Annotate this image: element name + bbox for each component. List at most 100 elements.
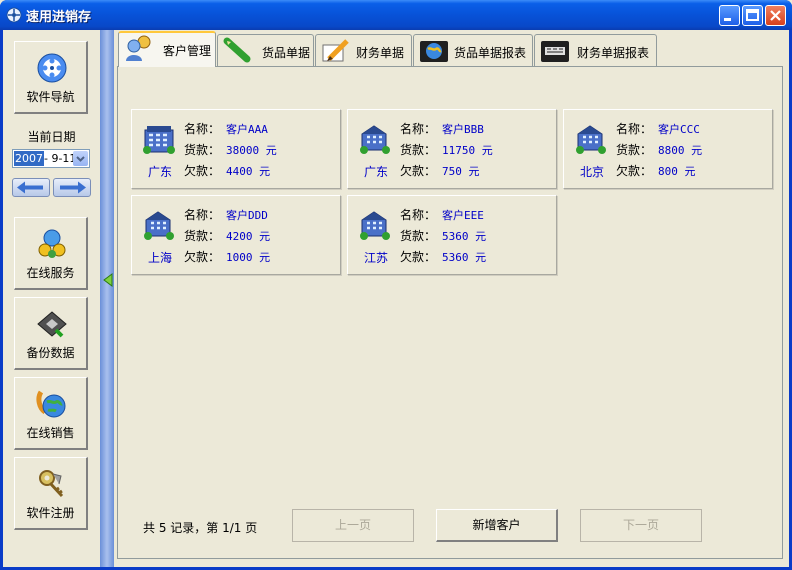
customer-card[interactable]: 名称： 客户BBB 货款： 11750 元广东 欠款： 750 元 (347, 109, 557, 189)
arrow-right-icon (60, 181, 86, 194)
collapse-splitter[interactable] (100, 30, 114, 567)
customer-name[interactable]: 客户CCC (658, 123, 700, 136)
current-date-label: 当前日期 (27, 130, 76, 144)
building-icon (144, 211, 174, 240)
software-register-label: 软件注册 (26, 506, 75, 520)
app-window: 速用进销存 软件导航 当前日期 2007 - 9-11 在线服务 备份数据 在线… (0, 0, 792, 570)
maximize-icon (746, 9, 759, 21)
date-dropdown-button[interactable] (73, 151, 88, 166)
goods-amount: 4200 元 (226, 230, 271, 243)
date-year: 2007 (14, 151, 44, 166)
pencil-icon (223, 37, 251, 63)
goods-amount: 38000 元 (226, 144, 277, 157)
debt-row: 欠款： 5360 元 (400, 248, 486, 265)
app-icon (6, 7, 22, 23)
goods-label: 货款： (400, 229, 437, 243)
tab-label: 财务单据报表 (577, 46, 650, 60)
debt-label: 欠款： (184, 250, 221, 264)
prev-page-button[interactable]: 上一页 (292, 509, 414, 542)
prev-date-button[interactable] (12, 178, 50, 197)
online-service-button[interactable]: 在线服务 (14, 217, 88, 290)
customers-icon (126, 35, 151, 61)
online-sales-button[interactable]: 在线销售 (14, 377, 88, 450)
customer-card[interactable]: 名称： 客户EEE 货款： 5360 元江苏 欠款： 5360 元 (347, 195, 557, 275)
goods-row: 货款： 11750 元 (400, 141, 493, 158)
goods-row: 货款： 8800 元 (616, 141, 702, 158)
building-icon (576, 125, 606, 154)
close-icon (770, 10, 781, 21)
name-row: 名称： 客户EEE (400, 206, 484, 223)
goods-label: 货款： (184, 229, 221, 243)
close-button[interactable] (765, 5, 786, 26)
customer-card[interactable]: 名称： 客户CCC 货款： 8800 元北京 欠款： 800 元 (563, 109, 773, 189)
name-row: 名称： 客户BBB (400, 120, 484, 137)
left-nav: 软件导航 当前日期 2007 - 9-11 在线服务 备份数据 在线销售 软件注… (3, 30, 100, 567)
debt-row: 欠款： 750 元 (400, 162, 480, 179)
arrow-left-icon (17, 181, 43, 194)
customer-card[interactable]: 名称： 客户AAA 货款： 38000 元广东 欠款： 4400 元 (131, 109, 341, 189)
key-icon (39, 470, 64, 498)
software-nav-button[interactable]: 软件导航 (14, 41, 88, 114)
debt-label: 欠款： (184, 164, 221, 178)
tab-finance-report[interactable]: 财务单据报表 (534, 34, 657, 66)
title-bar[interactable]: 速用进销存 (0, 0, 792, 30)
name-row: 名称： 客户AAA (184, 120, 268, 137)
building-icon (360, 125, 390, 154)
customer-name[interactable]: 客户AAA (226, 123, 268, 136)
customer-panel: 名称： 客户AAA 货款： 38000 元广东 欠款： 4400 元名称： 客户BBB 货款：… (117, 66, 783, 559)
online-service-icon (38, 229, 66, 258)
goods-amount: 5360 元 (442, 230, 487, 243)
globe-folder-icon (420, 41, 448, 62)
customer-region: 江苏 (364, 251, 389, 265)
customer-region: 广东 (148, 165, 173, 179)
tab-goods-documents[interactable]: 货品单据 (217, 34, 314, 66)
debt-label: 欠款： (400, 250, 437, 264)
next-page-button[interactable]: 下一页 (580, 509, 702, 542)
customer-name[interactable]: 客户DDD (226, 209, 268, 222)
backup-data-button[interactable]: 备份数据 (14, 297, 88, 370)
window-title: 速用进销存 (26, 10, 92, 25)
software-nav-label: 软件导航 (26, 90, 75, 104)
globe-phone-icon (36, 390, 66, 418)
debt-label: 欠款： (400, 164, 437, 178)
goods-amount: 8800 元 (658, 144, 703, 157)
date-select[interactable]: 2007 - 9-11 (12, 149, 90, 168)
navigation-wheel-icon (37, 53, 67, 83)
name-label: 名称： (184, 122, 221, 136)
goods-label: 货款： (400, 143, 437, 157)
add-customer-button[interactable]: 新增客户 (436, 509, 558, 542)
debt-row: 欠款： 1000 元 (184, 248, 270, 265)
debt-amount: 1000 元 (226, 251, 271, 264)
goods-label: 货款： (184, 143, 221, 157)
software-register-button[interactable]: 软件注册 (14, 457, 88, 530)
debt-amount: 4400 元 (226, 165, 271, 178)
tab-bar: 客户管理 货品单据 财务单据 货品单据报表 财务单据报表 (114, 30, 789, 67)
name-label: 名称： (400, 122, 437, 136)
goods-row: 货款： 38000 元 (184, 141, 277, 158)
debt-amount: 750 元 (442, 165, 480, 178)
goods-label: 货款： (616, 143, 653, 157)
minimize-button[interactable] (719, 5, 740, 26)
goods-row: 货款： 5360 元 (400, 227, 486, 244)
goods-amount: 11750 元 (442, 144, 493, 157)
goods-row: 货款： 4200 元 (184, 227, 270, 244)
customer-name[interactable]: 客户BBB (442, 123, 484, 136)
building-icon (360, 211, 390, 240)
docs-folder-icon (541, 41, 569, 62)
collapse-arrow-icon (103, 273, 113, 287)
main-area: 客户管理 货品单据 财务单据 货品单据报表 财务单据报表 名称： 客户AAA 货… (114, 30, 789, 567)
next-date-button[interactable] (53, 178, 91, 197)
tab-label: 客户管理 (163, 44, 212, 58)
backup-data-label: 备份数据 (26, 346, 75, 360)
building-icon (143, 126, 175, 154)
customer-name[interactable]: 客户EEE (442, 209, 484, 222)
name-row: 名称： 客户DDD (184, 206, 268, 223)
customer-card[interactable]: 名称： 客户DDD 货款： 4200 元上海 欠款： 1000 元 (131, 195, 341, 275)
name-label: 名称： (616, 122, 653, 136)
tab-goods-report[interactable]: 货品单据报表 (413, 34, 533, 66)
tab-finance-documents[interactable]: 财务单据 (315, 34, 412, 66)
maximize-button[interactable] (742, 5, 763, 26)
debt-row: 欠款： 4400 元 (184, 162, 270, 179)
online-service-label: 在线服务 (26, 266, 75, 280)
tab-customer-management[interactable]: 客户管理 (118, 31, 216, 67)
